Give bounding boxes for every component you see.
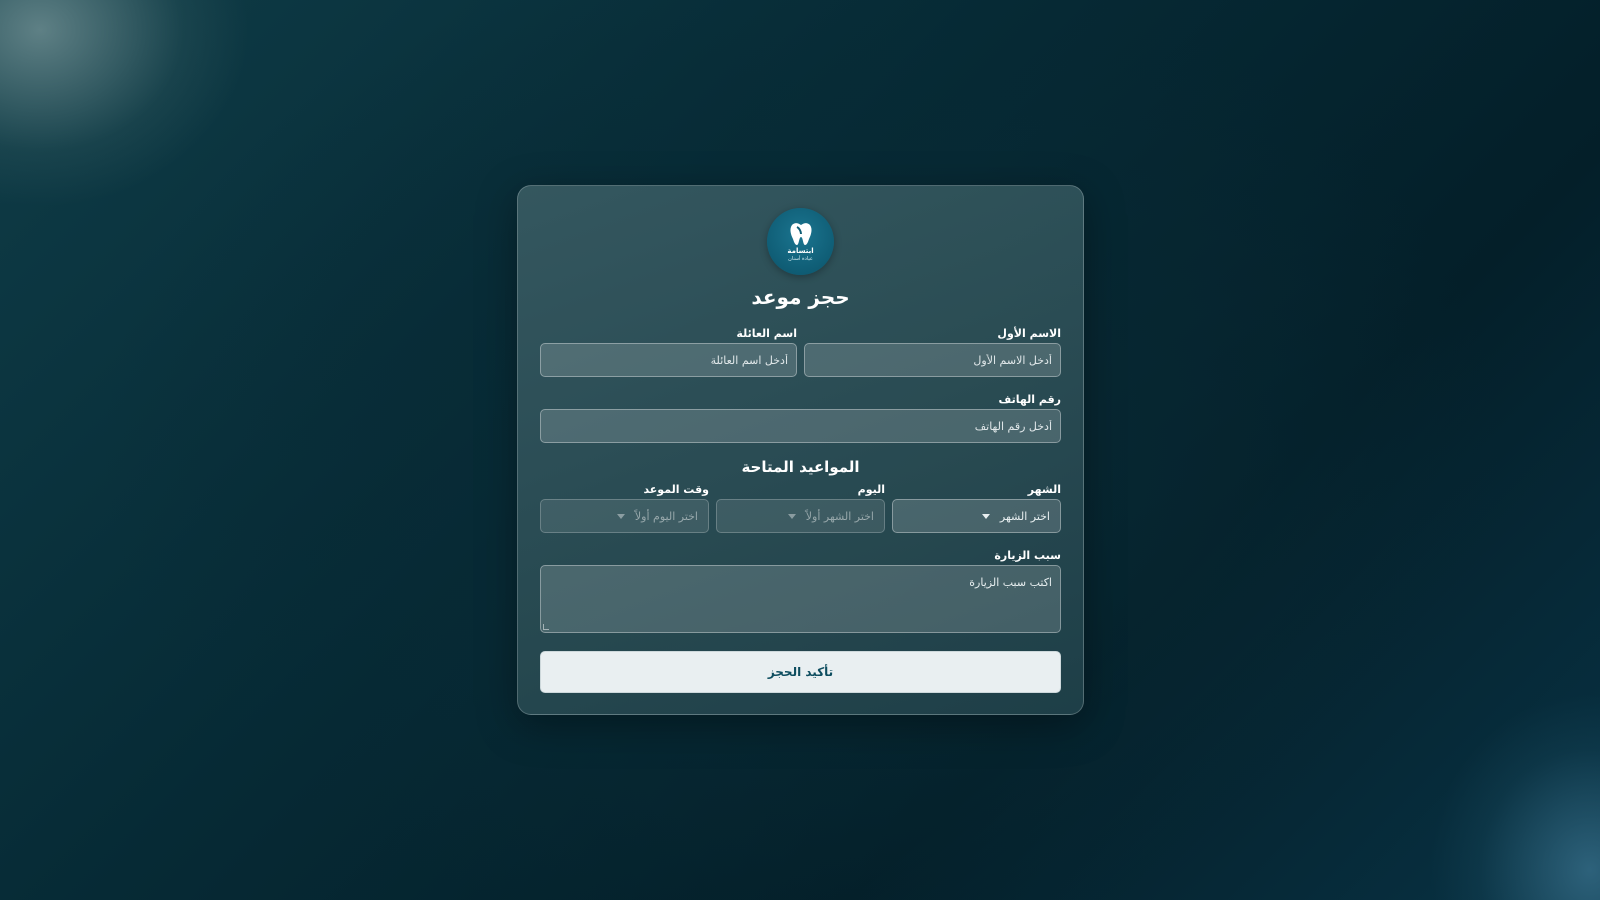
chevron-down-icon: [787, 513, 796, 519]
last-name-input[interactable]: [540, 343, 797, 377]
booking-card: ابتسامة عيادة أسنان حجز موعد الاسم الأول…: [517, 185, 1084, 715]
resize-handle-icon[interactable]: [543, 624, 549, 630]
name-row: الاسم الأول اسم العائلة: [540, 325, 1061, 377]
last-name-label: اسم العائلة: [736, 327, 797, 340]
logo-subtitle: عيادة أسنان: [788, 255, 813, 262]
chevron-down-icon: [981, 513, 990, 519]
month-select[interactable]: اختر الشهر: [892, 499, 1061, 533]
day-select-value: اختر الشهر أولاً: [805, 509, 874, 523]
phone-input[interactable]: [540, 409, 1061, 443]
reason-placeholder: اكتب سبب الزيارة: [969, 576, 1052, 589]
first-name-group: الاسم الأول: [804, 325, 1061, 377]
time-select-value: اختر اليوم أولاً: [634, 509, 698, 523]
day-select[interactable]: اختر الشهر أولاً: [716, 499, 885, 533]
month-label: الشهر: [1027, 483, 1061, 496]
time-select[interactable]: اختر اليوم أولاً: [540, 499, 709, 533]
time-group: وقت الموعد اختر اليوم أولاً: [540, 481, 709, 533]
availability-title: المواعيد المتاحة: [741, 458, 860, 476]
confirm-booking-button[interactable]: تأكيد الحجز: [540, 651, 1061, 693]
first-name-input[interactable]: [804, 343, 1061, 377]
month-group: الشهر اختر الشهر: [892, 481, 1061, 533]
month-select-value: اختر الشهر: [999, 509, 1050, 523]
page-title: حجز موعد: [751, 285, 850, 309]
logo-brand: ابتسامة: [787, 246, 814, 255]
reason-group: سبب الزيارة اكتب سبب الزيارة: [540, 547, 1061, 633]
tooth-icon: [789, 222, 812, 245]
last-name-group: اسم العائلة: [540, 325, 797, 377]
day-label: اليوم: [857, 483, 885, 496]
first-name-label: الاسم الأول: [997, 327, 1061, 340]
phone-label: رقم الهاتف: [998, 393, 1061, 406]
availability-row: الشهر اختر الشهر اليوم اختر الشهر أولاً …: [540, 481, 1061, 533]
logo-wrap: ابتسامة عيادة أسنان: [540, 208, 1061, 275]
clinic-logo: ابتسامة عيادة أسنان: [767, 208, 834, 275]
reason-label: سبب الزيارة: [994, 549, 1061, 562]
chevron-down-icon: [616, 513, 625, 519]
phone-group: رقم الهاتف: [540, 391, 1061, 443]
day-group: اليوم اختر الشهر أولاً: [716, 481, 885, 533]
reason-textarea[interactable]: اكتب سبب الزيارة: [540, 565, 1061, 633]
time-label: وقت الموعد: [643, 483, 709, 496]
